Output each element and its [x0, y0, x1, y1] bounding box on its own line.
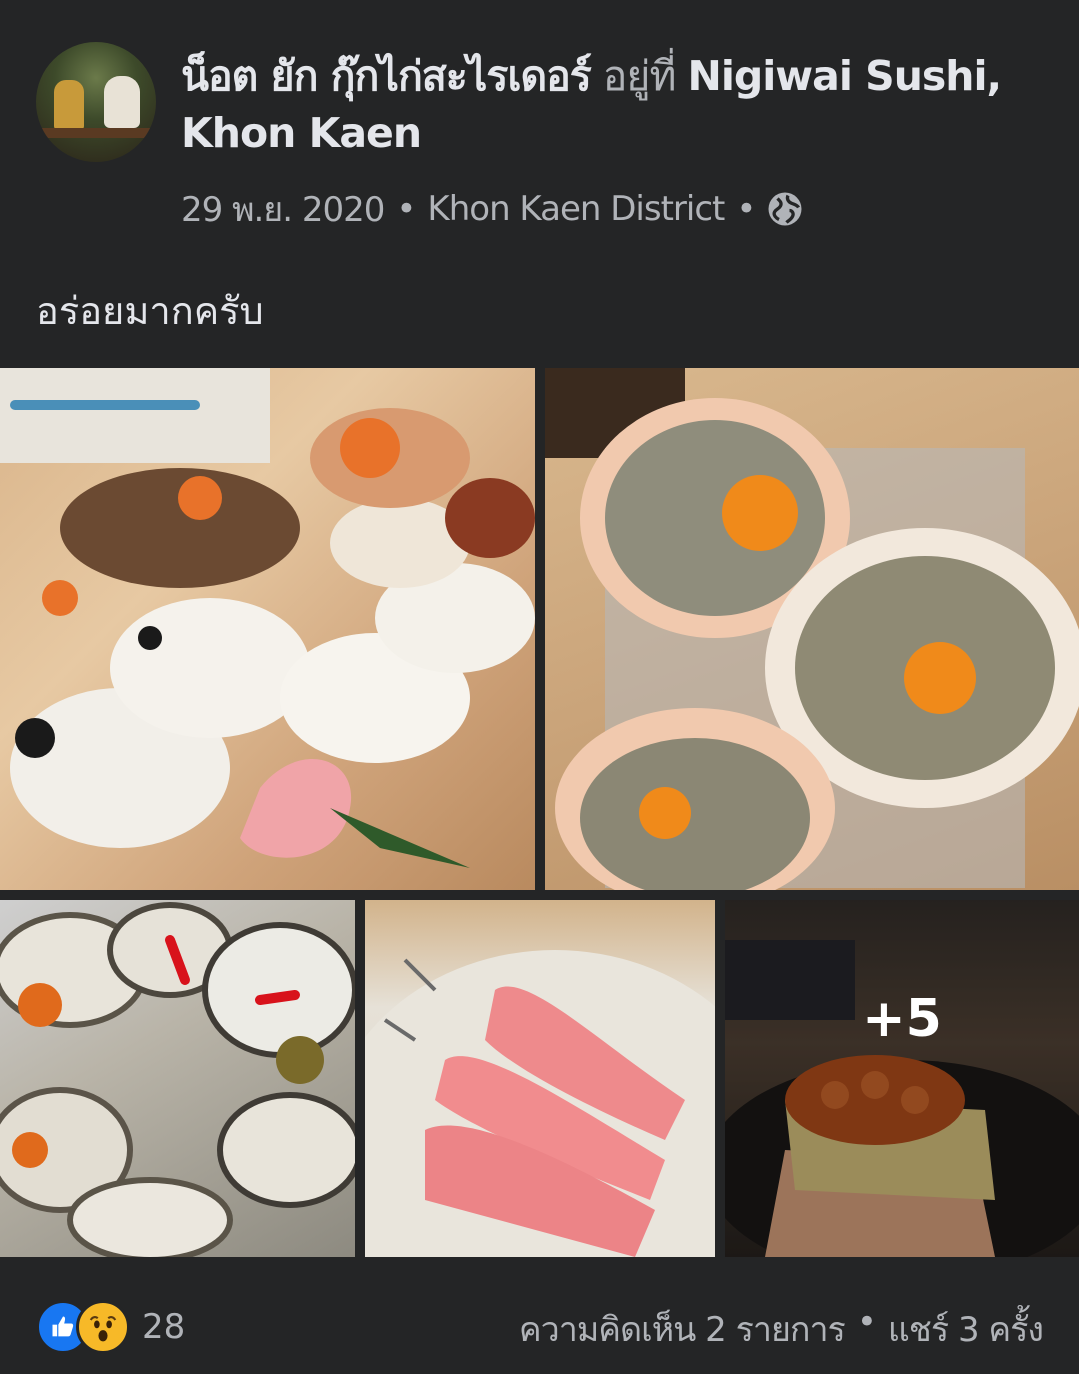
author-name-link[interactable]: น็อต ยัก กุ๊กไก่สะไรเดอร์ — [181, 52, 592, 100]
reaction-count: 28 — [142, 1307, 186, 1347]
globe-icon[interactable] — [767, 191, 803, 227]
author-avatar[interactable] — [36, 42, 156, 162]
tuna-sashimi-photo[interactable] — [365, 900, 715, 1257]
avatar-figure-gold — [54, 80, 84, 130]
ikura-nigiri-photo[interactable]: +5 — [725, 900, 1079, 1257]
post-meta: 29 พ.ย. 2020 • Khon Kaen District • — [181, 182, 803, 236]
meta-separator: • — [396, 189, 416, 229]
comments-count-link[interactable]: ความคิดเห็น 2 รายการ — [519, 1302, 846, 1356]
post-header-title: น็อต ยัก กุ๊กไก่สะไรเดอร์ อยู่ที่ Nigiwa… — [181, 48, 1041, 162]
reactions-summary[interactable]: 28 — [36, 1300, 185, 1354]
post-caption: อร่อยมากครับ — [36, 289, 264, 333]
post-date-link[interactable]: 29 พ.ย. 2020 — [181, 182, 385, 236]
oysters-photo[interactable] — [0, 900, 355, 1257]
more-photos-count: +5 — [862, 988, 942, 1049]
sushi-platter-photo[interactable] — [0, 368, 535, 890]
at-text: อยู่ที่ — [602, 52, 677, 100]
stats-separator: • — [856, 1302, 877, 1342]
avatar-shelf — [36, 128, 156, 138]
crab-shell-photo[interactable] — [545, 368, 1079, 890]
meta-separator: • — [736, 189, 756, 229]
shares-count-link[interactable]: แชร์ 3 ครั้ง — [888, 1302, 1044, 1356]
more-photos-overlay[interactable]: +5 — [725, 900, 1079, 1257]
location-link[interactable]: Khon Kaen District — [427, 189, 725, 229]
avatar-figure-white — [104, 76, 140, 128]
wow-icon — [76, 1300, 130, 1354]
engagement-stats: ความคิดเห็น 2 รายการ • แชร์ 3 ครั้ง — [519, 1302, 1044, 1356]
